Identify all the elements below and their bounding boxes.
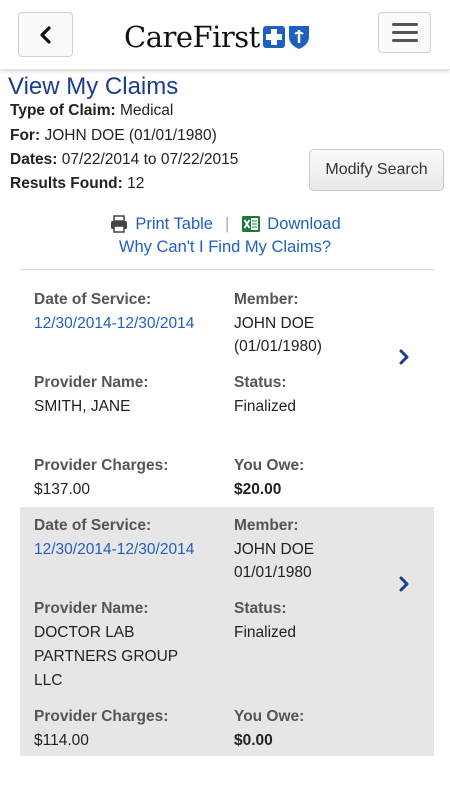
logo-text: CareFirst <box>124 20 260 54</box>
you-owe-label: You Owe: <box>234 457 305 474</box>
blue-cross-icon <box>262 26 285 48</box>
member-name: JOHN DOE <box>234 541 315 558</box>
status-label: Status: <box>234 600 287 617</box>
menu-button[interactable] <box>378 12 431 53</box>
app-header: CareFirst <box>0 0 450 70</box>
printer-icon <box>111 215 128 233</box>
claim-row[interactable]: Date of Service: 12/30/2014-12/30/2014 M… <box>20 282 434 504</box>
date-of-service-link[interactable]: 12/30/2014-12/30/2014 <box>34 538 194 562</box>
type-of-claim: Type of Claim: Medical <box>10 102 174 119</box>
download-link[interactable]: Download <box>267 215 340 234</box>
provider-charges-value: $137.00 <box>34 481 91 498</box>
status-value: Finalized <box>234 624 297 641</box>
provider-charges-value: $114.00 <box>34 732 89 749</box>
provider-charges-label: Provider Charges: <box>34 457 169 474</box>
page-title: View My Claims <box>8 73 179 100</box>
member-dob: 01/01/1980 <box>234 564 312 581</box>
link-separator: | <box>224 214 230 233</box>
date-of-service-label: Date of Service: <box>34 291 152 308</box>
results-found: Results Found: 12 <box>10 175 145 192</box>
hamburger-menu-icon <box>391 23 418 26</box>
excel-icon <box>242 216 261 232</box>
back-button[interactable] <box>18 12 73 57</box>
date-of-service-link[interactable]: 12/30/2014-12/30/2014 <box>34 312 194 336</box>
you-owe-value: $0.00 <box>234 732 273 749</box>
divider <box>20 269 434 270</box>
member-name: JOHN DOE <box>234 315 315 332</box>
blue-shield-icon <box>288 26 309 49</box>
provider-name-label: Provider Name: <box>34 374 149 391</box>
why-cant-find-claims-link[interactable]: Why Can't I Find My Claims? <box>0 238 450 257</box>
modify-search-button[interactable]: Modify Search <box>309 149 444 191</box>
carefirst-logo: CareFirst <box>124 17 311 57</box>
provider-name-line: DOCTOR LAB <box>34 624 135 641</box>
member-label: Member: <box>234 517 299 534</box>
date-of-service-label: Date of Service: <box>34 517 152 534</box>
status-label: Status: <box>234 374 287 391</box>
provider-name: SMITH, JANE <box>34 398 131 415</box>
print-table-link[interactable]: Print Table <box>135 215 213 234</box>
provider-name-line: LLC <box>34 672 63 689</box>
claim-row[interactable]: Date of Service: 12/30/2014-12/30/2014 M… <box>20 507 434 756</box>
you-owe-value: $20.00 <box>234 481 282 498</box>
you-owe-label: You Owe: <box>234 708 305 725</box>
chevron-right-icon[interactable] <box>397 575 411 593</box>
provider-charges-label: Provider Charges: <box>34 708 169 725</box>
claim-for: For: JOHN DOE (01/01/1980) <box>10 127 217 144</box>
claim-dates: Dates: 07/22/2014 to 07/22/2015 <box>10 151 239 168</box>
table-actions: Print Table | Download <box>0 212 450 236</box>
chevron-right-icon[interactable] <box>397 348 411 366</box>
member-dob: (01/01/1980) <box>234 338 322 355</box>
bcbs-marks <box>262 24 311 50</box>
provider-name-line: PARTNERS GROUP <box>34 648 179 665</box>
status-value: Finalized <box>234 398 297 415</box>
chevron-left-icon <box>39 25 51 44</box>
provider-name-label: Provider Name: <box>34 600 149 617</box>
member-label: Member: <box>234 291 299 308</box>
